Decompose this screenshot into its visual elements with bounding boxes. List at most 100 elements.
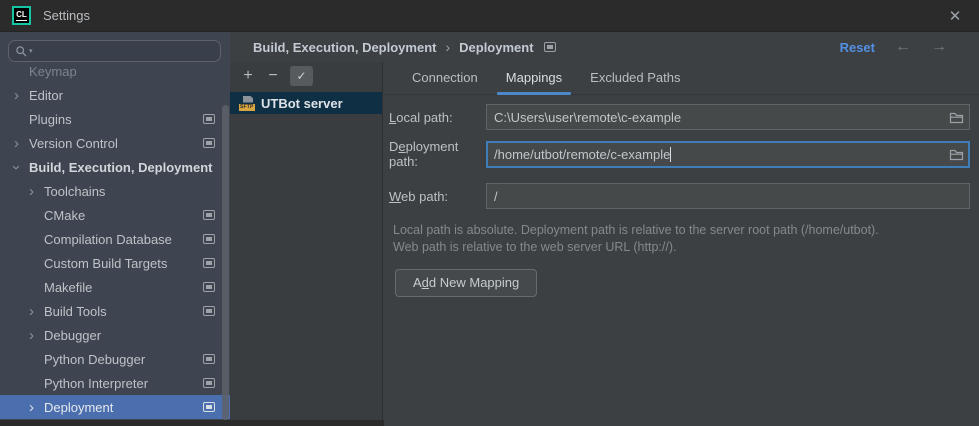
sidebar-item-label: Deployment [44, 400, 113, 415]
web-path-input[interactable]: / [486, 183, 970, 209]
sidebar-item-plugins[interactable]: Plugins [0, 107, 230, 131]
project-settings-icon [203, 354, 215, 364]
settings-window: CL Settings ✕ ▾ Keymap›EditorPlugins›Ver… [0, 0, 979, 426]
deployment-path-row: Deployment path: /home/utbot/remote/c-ex… [389, 139, 970, 169]
search-icon [15, 45, 28, 58]
sidebar-item-keymap[interactable]: Keymap [0, 59, 230, 83]
bottom-edge [0, 420, 384, 426]
chevron-right-icon[interactable]: › [29, 400, 44, 415]
browse-folder-icon[interactable] [943, 111, 964, 124]
sidebar-item-build-execution-deployment[interactable]: ›Build, Execution, Deployment [0, 155, 230, 179]
sidebar-item-label: Keymap [29, 64, 77, 79]
breadcrumb-parent[interactable]: Build, Execution, Deployment [253, 40, 436, 55]
search-input[interactable] [34, 44, 214, 58]
tab-excluded-paths[interactable]: Excluded Paths [576, 62, 694, 94]
sidebar-item-python-debugger[interactable]: Python Debugger [0, 347, 230, 371]
sidebar-item-version-control[interactable]: ›Version Control [0, 131, 230, 155]
close-icon[interactable]: ✕ [943, 7, 967, 25]
local-path-label: Local path: [389, 110, 486, 125]
project-settings-icon [203, 258, 215, 268]
web-path-value: / [494, 189, 498, 204]
server-list-item[interactable]: SFTP UTBot server [230, 92, 382, 114]
server-list-panel: + − ✓ SFTP UTBot server [230, 62, 383, 426]
title-bar: CL Settings ✕ [0, 0, 979, 32]
server-name: UTBot server [261, 96, 343, 111]
mapping-help-text: Local path is absolute. Deployment path … [393, 222, 970, 256]
breadcrumb-separator: › [445, 39, 450, 55]
chevron-right-icon[interactable]: › [14, 88, 29, 103]
sidebar-item-label: Python Debugger [44, 352, 145, 367]
chevron-right-icon[interactable]: › [14, 136, 29, 151]
sidebar-item-label: Editor [29, 88, 63, 103]
tab-connection[interactable]: Connection [398, 62, 492, 94]
sidebar-item-label: Plugins [29, 112, 72, 127]
header-row: Build, Execution, Deployment › Deploymen… [230, 32, 979, 62]
deployment-path-label: Deployment path: [389, 139, 486, 169]
sidebar-item-label: Version Control [29, 136, 118, 151]
add-server-button[interactable]: + [240, 68, 256, 84]
clion-logo-icon: CL [12, 6, 31, 25]
local-path-input[interactable]: C:\Users\user\remote\c-example [486, 104, 970, 130]
sidebar-item-editor[interactable]: ›Editor [0, 83, 230, 107]
project-settings-icon [203, 210, 215, 220]
sidebar-scrollbar[interactable] [222, 105, 229, 420]
sidebar-item-label: Python Interpreter [44, 376, 148, 391]
button-row: Add New Mapping [389, 269, 970, 297]
project-settings-icon [203, 282, 215, 292]
add-new-mapping-button[interactable]: Add New Mapping [395, 269, 537, 297]
right-pane: Build, Execution, Deployment › Deploymen… [230, 32, 979, 426]
forward-arrow-icon[interactable]: → [931, 38, 947, 56]
help-line: Local path is absolute. Deployment path … [393, 222, 970, 239]
sidebar-item-python-interpreter[interactable]: Python Interpreter [0, 371, 230, 395]
chevron-right-icon[interactable]: › [29, 184, 44, 199]
sidebar-item-toolchains[interactable]: ›Toolchains [0, 179, 230, 203]
sidebar-item-debugger[interactable]: ›Debugger [0, 323, 230, 347]
tabs-row: ConnectionMappingsExcluded Paths [384, 62, 979, 95]
sidebar-item-label: Custom Build Targets [44, 256, 167, 271]
mappings-form: Local path: C:\Users\user\remote\c-examp… [384, 95, 979, 297]
project-settings-icon [203, 378, 215, 388]
sftp-server-icon: SFTP [239, 95, 256, 112]
sidebar-item-label: Debugger [44, 328, 101, 343]
local-path-row: Local path: C:\Users\user\remote\c-examp… [389, 104, 970, 130]
window-title: Settings [43, 8, 90, 23]
chevron-right-icon[interactable]: › [29, 304, 44, 319]
sidebar-item-label: Build, Execution, Deployment [29, 160, 212, 175]
search-history-caret-icon[interactable]: ▾ [29, 47, 33, 55]
text-caret [670, 147, 671, 162]
search-box[interactable]: ▾ [8, 40, 221, 62]
reset-button[interactable]: Reset [840, 40, 875, 55]
web-path-label: Web path: [389, 189, 486, 204]
project-settings-icon [203, 114, 215, 124]
remove-server-button[interactable]: − [265, 68, 281, 84]
deployment-path-value: /home/utbot/remote/c-example [494, 147, 670, 162]
project-settings-icon [203, 138, 215, 148]
sidebar-item-label: Compilation Database [44, 232, 172, 247]
sidebar-item-custom-build-targets[interactable]: Custom Build Targets [0, 251, 230, 275]
local-path-value: C:\Users\user\remote\c-example [494, 110, 681, 125]
sidebar-item-compilation-database[interactable]: Compilation Database [0, 227, 230, 251]
chevron-down-icon[interactable]: › [14, 160, 29, 175]
sidebar-item-cmake[interactable]: CMake [0, 203, 230, 227]
server-toolbar: + − ✓ [230, 62, 382, 90]
project-settings-icon [203, 306, 215, 316]
sidebar-item-build-tools[interactable]: ›Build Tools [0, 299, 230, 323]
sidebar-item-makefile[interactable]: Makefile [0, 275, 230, 299]
project-settings-icon [203, 402, 215, 412]
sidebar-item-label: CMake [44, 208, 85, 223]
sidebar-item-label: Toolchains [44, 184, 105, 199]
browse-folder-icon[interactable] [943, 148, 964, 161]
use-as-default-toggle[interactable]: ✓ [290, 66, 313, 86]
back-arrow-icon[interactable]: ← [895, 38, 911, 56]
deployment-content: ConnectionMappingsExcluded Paths Local p… [384, 62, 979, 426]
chevron-right-icon[interactable]: › [29, 328, 44, 343]
help-line: Web path is relative to the web server U… [393, 239, 970, 256]
web-path-row: Web path: / [389, 183, 970, 209]
tab-mappings[interactable]: Mappings [492, 62, 576, 94]
settings-tree: Keymap›EditorPlugins›Version Control›Bui… [0, 59, 230, 419]
deployment-path-input[interactable]: /home/utbot/remote/c-example [486, 141, 970, 168]
sidebar-item-label: Makefile [44, 280, 92, 295]
breadcrumb-current[interactable]: Deployment [459, 40, 533, 55]
sidebar-item-deployment[interactable]: ›Deployment [0, 395, 230, 419]
settings-sidebar: ▾ Keymap›EditorPlugins›Version Control›B… [0, 32, 230, 426]
